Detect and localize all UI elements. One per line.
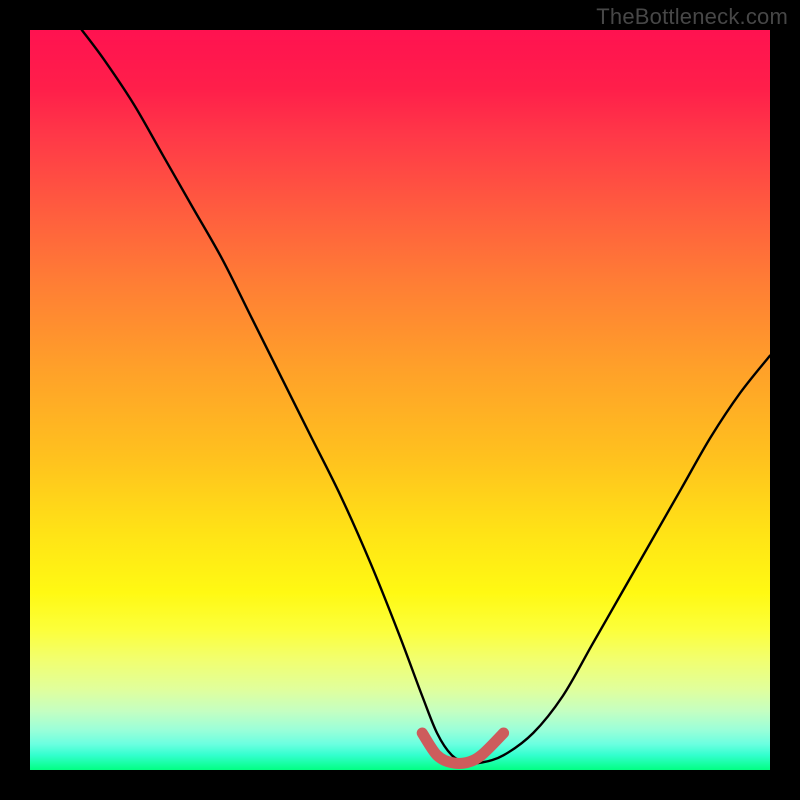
curve-layer — [30, 30, 770, 770]
bottleneck-curve — [82, 30, 770, 764]
chart-stage: TheBottleneck.com — [0, 0, 800, 800]
plot-area — [30, 30, 770, 770]
watermark-text: TheBottleneck.com — [596, 4, 788, 30]
optimal-range-highlight — [422, 733, 503, 764]
